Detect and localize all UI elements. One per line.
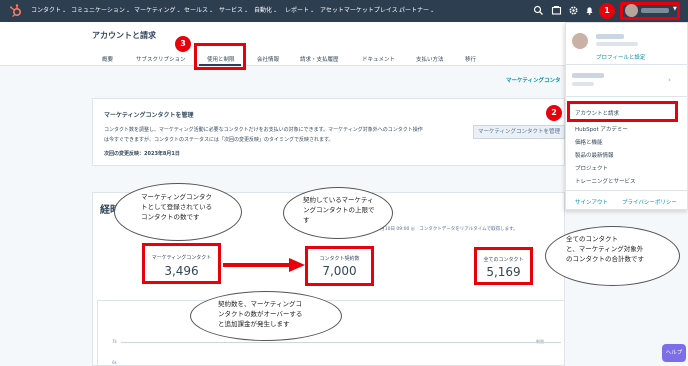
- hubspot-logo-icon[interactable]: [9, 4, 23, 18]
- step-badge-2: 2: [546, 105, 562, 121]
- notifications-icon[interactable]: [584, 5, 595, 16]
- callout-text: 契約数を、マーケティングコ ンタクトの数がオーバーする と追加課金が発生します: [218, 300, 303, 328]
- help-button[interactable]: ヘルプ: [662, 344, 686, 362]
- marketing-contacts-link[interactable]: マーケティングコンタ: [506, 76, 561, 84]
- account-billing-highlight: [567, 101, 678, 122]
- menu-item-pricing[interactable]: 価格と機能: [575, 138, 603, 146]
- nav-sales[interactable]: セールス⌄: [184, 6, 213, 16]
- sync-note: 4年7月10日 09:00 ◎ コンタクトデータをリアルタイムで取得します。: [370, 227, 518, 232]
- search-icon[interactable]: [533, 5, 544, 16]
- page-header: [0, 22, 565, 66]
- menu-item-academy[interactable]: HubSpot アカデミー: [575, 125, 628, 133]
- nav-contacts[interactable]: コンタクト⌄: [31, 6, 66, 16]
- gear-icon[interactable]: [568, 5, 579, 16]
- nav-automation[interactable]: 自動化⌄: [254, 6, 277, 16]
- tab-payment-methods[interactable]: 支払い方法: [416, 55, 444, 63]
- user-email-blurred: [596, 42, 638, 46]
- tab-subscription[interactable]: サブスクリプション: [136, 55, 186, 63]
- marketplace-icon[interactable]: [551, 5, 562, 16]
- nav-marketing[interactable]: マーケティング⌄: [134, 6, 181, 16]
- manage-marketing-contacts-button[interactable]: マーケティングコンタクトを管理: [473, 125, 565, 139]
- menu-item-projects[interactable]: プロジェクト: [575, 164, 608, 172]
- page-title: アカウントと請求: [92, 31, 156, 40]
- card-title: マーケティングコンタクトを管理: [104, 112, 194, 119]
- stat-value: 5,169: [486, 265, 521, 279]
- nav-asset-marketplace[interactable]: アセットマーケットプレイス⌄: [320, 6, 403, 16]
- chevron-down-icon[interactable]: ▼: [673, 6, 677, 12]
- account-name-blurred[interactable]: [641, 8, 669, 13]
- nav-conversations[interactable]: コミュニケーション⌄: [71, 6, 130, 16]
- stat-value: 7,000: [322, 264, 357, 278]
- signout-link[interactable]: サインアウト: [575, 198, 608, 206]
- tab-overview[interactable]: 概要: [102, 55, 113, 63]
- account-name-blurred[interactable]: [572, 73, 604, 78]
- menu-item-training[interactable]: トレーニングとサービス: [575, 177, 636, 185]
- divider: [566, 96, 687, 97]
- stat-value: 3,496: [164, 264, 199, 278]
- tab-billing-history[interactable]: 請求・支払履歴: [300, 55, 339, 63]
- step-badge-1: 1: [599, 3, 615, 19]
- limit-line: [121, 342, 561, 343]
- callout-text: 契約しているマーケティ ングコンタクトの上限です: [303, 196, 375, 224]
- y-tick-label: 7k: [112, 339, 117, 344]
- menu-item-product-updates[interactable]: 製品の最新情報: [575, 151, 614, 159]
- card-description-line1: コンタクト数を調整し、マーケティング活動に必要なコンタクトだけをお支払いの対象に…: [104, 127, 423, 133]
- arrow-right-icon: [223, 258, 305, 272]
- tab-migration[interactable]: 移行: [465, 55, 476, 63]
- tab-documents[interactable]: ドキュメント: [362, 55, 395, 63]
- chevron-right-icon[interactable]: ›: [668, 76, 671, 84]
- avatar[interactable]: [625, 4, 638, 17]
- callout-text: マーケティングコンタク トとして登録されている コンタクトの数です: [141, 193, 213, 221]
- tab-company-info[interactable]: 会社情報: [257, 55, 279, 63]
- y-tick-label: 6k: [112, 360, 117, 365]
- stat-label: マーケティングコンタクト: [151, 255, 212, 261]
- stat-label: コンタクト契約数: [319, 256, 360, 262]
- dropdown-avatar: [572, 33, 588, 49]
- callout-text: 全てのコンタクト と、マーケティング対象外 のコンタクトの合計数です: [566, 235, 644, 263]
- divider: [566, 190, 687, 191]
- stat-label: 全てのコンタクト: [483, 257, 524, 263]
- profile-settings-link[interactable]: プロフィールと設定: [596, 53, 645, 61]
- nav-partner[interactable]: パートナー⌄: [399, 6, 434, 16]
- user-name-blurred: [596, 34, 624, 39]
- account-id-blurred: [572, 82, 594, 86]
- next-change-date: 次回の変更反映：2023年8月1日: [104, 151, 180, 157]
- nav-service[interactable]: サービス⌄: [219, 6, 248, 16]
- card-description-line2: は今すぐできますが、コンタクトのステータスには「次回の変更反映」のタイミングで反…: [104, 137, 334, 143]
- tab-highlight: [194, 43, 246, 70]
- divider: [566, 64, 687, 65]
- step-badge-3: 3: [175, 36, 191, 52]
- nav-reports[interactable]: レポート⌄: [285, 6, 314, 16]
- privacy-policy-link[interactable]: プライバシーポリシー: [622, 198, 677, 206]
